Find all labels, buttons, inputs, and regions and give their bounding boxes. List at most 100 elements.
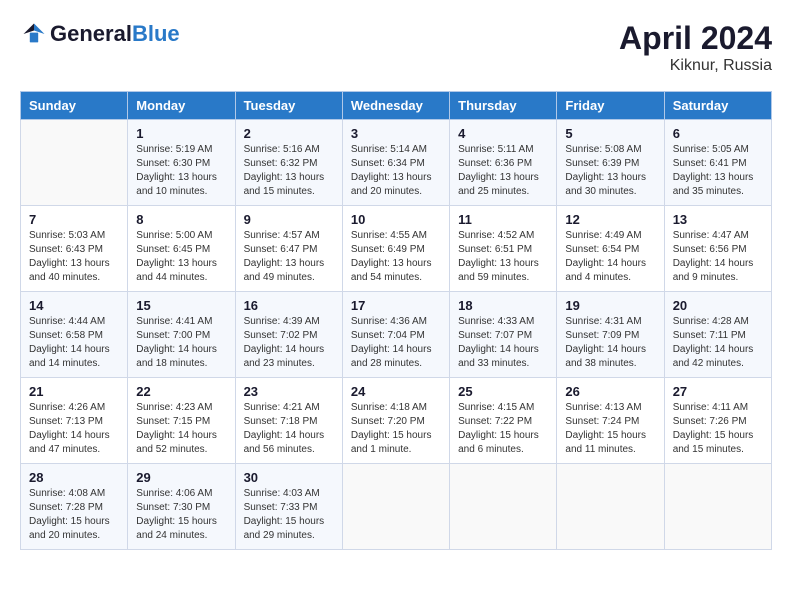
day-info: Sunrise: 4:08 AMSunset: 7:28 PMDaylight:…: [29, 487, 119, 543]
day-info: Sunrise: 4:28 AMSunset: 7:11 PMDaylight:…: [673, 315, 763, 371]
calendar-cell: 19 Sunrise: 4:31 AMSunset: 7:09 PMDayligh…: [557, 292, 664, 378]
calendar-cell: 10 Sunrise: 4:55 AMSunset: 6:49 PMDayligh…: [342, 206, 449, 292]
day-info: Sunrise: 4:15 AMSunset: 7:22 PMDaylight:…: [458, 401, 548, 457]
calendar-cell: 17 Sunrise: 4:36 AMSunset: 7:04 PMDayligh…: [342, 292, 449, 378]
day-info: Sunrise: 4:31 AMSunset: 7:09 PMDaylight:…: [565, 315, 655, 371]
calendar-table: SundayMondayTuesdayWednesdayThursdayFrid…: [20, 91, 772, 550]
day-number: 21: [29, 384, 119, 399]
day-number: 16: [244, 298, 334, 313]
calendar-cell: 12 Sunrise: 4:49 AMSunset: 6:54 PMDayligh…: [557, 206, 664, 292]
day-number: 26: [565, 384, 655, 399]
day-number: 2: [244, 126, 334, 141]
week-row-1: 1 Sunrise: 5:19 AMSunset: 6:30 PMDaylight…: [21, 120, 772, 206]
calendar-cell: 13 Sunrise: 4:47 AMSunset: 6:56 PMDayligh…: [664, 206, 771, 292]
day-info: Sunrise: 4:13 AMSunset: 7:24 PMDaylight:…: [565, 401, 655, 457]
day-info: Sunrise: 4:49 AMSunset: 6:54 PMDaylight:…: [565, 229, 655, 285]
calendar-cell: 23Sunrise: 4:21 AMSunset: 7:18 PMDayligh…: [235, 378, 342, 464]
calendar-cell: 28Sunrise: 4:08 AMSunset: 7:28 PMDayligh…: [21, 464, 128, 550]
calendar-cell: 11 Sunrise: 4:52 AMSunset: 6:51 PMDayligh…: [450, 206, 557, 292]
calendar-cell: 15Sunrise: 4:41 AMSunset: 7:00 PMDayligh…: [128, 292, 235, 378]
day-info: Sunrise: 4:39 AMSunset: 7:02 PMDaylight:…: [244, 315, 334, 371]
day-info: Sunrise: 4:11 AMSunset: 7:26 PMDaylight:…: [673, 401, 763, 457]
day-info: Sunrise: 5:03 AMSunset: 6:43 PMDaylight:…: [29, 229, 119, 285]
day-number: 19: [565, 298, 655, 313]
calendar-cell: [21, 120, 128, 206]
calendar-cell: 8 Sunrise: 5:00 AMSunset: 6:45 PMDaylight…: [128, 206, 235, 292]
calendar-cell: 20Sunrise: 4:28 AMSunset: 7:11 PMDayligh…: [664, 292, 771, 378]
calendar-cell: 16 Sunrise: 4:39 AMSunset: 7:02 PMDayligh…: [235, 292, 342, 378]
week-row-5: 28Sunrise: 4:08 AMSunset: 7:28 PMDayligh…: [21, 464, 772, 550]
calendar-cell: 3 Sunrise: 5:14 AMSunset: 6:34 PMDaylight…: [342, 120, 449, 206]
day-number: 4: [458, 126, 548, 141]
day-info: Sunrise: 4:52 AMSunset: 6:51 PMDaylight:…: [458, 229, 548, 285]
day-info: Sunrise: 4:03 AMSunset: 7:33 PMDaylight:…: [244, 487, 334, 543]
weekday-header-sunday: Sunday: [21, 92, 128, 120]
page-header: GeneralBlue April 2024 Kiknur, Russia: [20, 20, 772, 75]
day-info: Sunrise: 5:00 AMSunset: 6:45 PMDaylight:…: [136, 229, 226, 285]
calendar-cell: [450, 464, 557, 550]
day-number: 27: [673, 384, 763, 399]
calendar-cell: 4 Sunrise: 5:11 AMSunset: 6:36 PMDaylight…: [450, 120, 557, 206]
calendar-cell: [664, 464, 771, 550]
title-block: April 2024 Kiknur, Russia: [619, 20, 772, 75]
day-info: Sunrise: 5:19 AMSunset: 6:30 PMDaylight:…: [136, 143, 226, 199]
day-number: 13: [673, 212, 763, 227]
day-info: Sunrise: 4:26 AMSunset: 7:13 PMDaylight:…: [29, 401, 119, 457]
day-info: Sunrise: 4:44 AMSunset: 6:58 PMDaylight:…: [29, 315, 119, 371]
calendar-cell: 29Sunrise: 4:06 AMSunset: 7:30 PMDayligh…: [128, 464, 235, 550]
calendar-cell: [557, 464, 664, 550]
day-number: 25: [458, 384, 548, 399]
day-info: Sunrise: 4:23 AMSunset: 7:15 PMDaylight:…: [136, 401, 226, 457]
calendar-cell: 25 Sunrise: 4:15 AMSunset: 7:22 PMDayligh…: [450, 378, 557, 464]
day-info: Sunrise: 4:36 AMSunset: 7:04 PMDaylight:…: [351, 315, 441, 371]
week-row-3: 14 Sunrise: 4:44 AMSunset: 6:58 PMDayligh…: [21, 292, 772, 378]
day-info: Sunrise: 5:14 AMSunset: 6:34 PMDaylight:…: [351, 143, 441, 199]
day-info: Sunrise: 4:21 AMSunset: 7:18 PMDaylight:…: [244, 401, 334, 457]
calendar-cell: 30Sunrise: 4:03 AMSunset: 7:33 PMDayligh…: [235, 464, 342, 550]
calendar-cell: 27 Sunrise: 4:11 AMSunset: 7:26 PMDayligh…: [664, 378, 771, 464]
day-number: 11: [458, 212, 548, 227]
day-number: 17: [351, 298, 441, 313]
day-number: 5: [565, 126, 655, 141]
day-info: Sunrise: 5:16 AMSunset: 6:32 PMDaylight:…: [244, 143, 334, 199]
weekday-header-thursday: Thursday: [450, 92, 557, 120]
day-info: Sunrise: 4:55 AMSunset: 6:49 PMDaylight:…: [351, 229, 441, 285]
day-number: 24: [351, 384, 441, 399]
day-number: 15: [136, 298, 226, 313]
day-info: Sunrise: 5:11 AMSunset: 6:36 PMDaylight:…: [458, 143, 548, 199]
day-number: 9: [244, 212, 334, 227]
day-info: Sunrise: 4:57 AMSunset: 6:47 PMDaylight:…: [244, 229, 334, 285]
location-subtitle: Kiknur, Russia: [619, 57, 772, 75]
day-number: 22: [136, 384, 226, 399]
calendar-cell: 22 Sunrise: 4:23 AMSunset: 7:15 PMDayligh…: [128, 378, 235, 464]
calendar-cell: 2 Sunrise: 5:16 AMSunset: 6:32 PMDaylight…: [235, 120, 342, 206]
week-row-4: 21 Sunrise: 4:26 AMSunset: 7:13 PMDayligh…: [21, 378, 772, 464]
day-number: 8: [136, 212, 226, 227]
day-info: Sunrise: 5:08 AMSunset: 6:39 PMDaylight:…: [565, 143, 655, 199]
day-number: 14: [29, 298, 119, 313]
day-info: Sunrise: 4:33 AMSunset: 7:07 PMDaylight:…: [458, 315, 548, 371]
day-info: Sunrise: 4:47 AMSunset: 6:56 PMDaylight:…: [673, 229, 763, 285]
weekday-header-tuesday: Tuesday: [235, 92, 342, 120]
day-number: 1: [136, 126, 226, 141]
weekday-header-wednesday: Wednesday: [342, 92, 449, 120]
calendar-cell: 26 Sunrise: 4:13 AMSunset: 7:24 PMDayligh…: [557, 378, 664, 464]
calendar-cell: 7 Sunrise: 5:03 AMSunset: 6:43 PMDaylight…: [21, 206, 128, 292]
day-number: 7: [29, 212, 119, 227]
calendar-cell: 1 Sunrise: 5:19 AMSunset: 6:30 PMDaylight…: [128, 120, 235, 206]
weekday-header-friday: Friday: [557, 92, 664, 120]
calendar-cell: 18Sunrise: 4:33 AMSunset: 7:07 PMDayligh…: [450, 292, 557, 378]
day-info: Sunrise: 5:05 AMSunset: 6:41 PMDaylight:…: [673, 143, 763, 199]
day-info: Sunrise: 4:18 AMSunset: 7:20 PMDaylight:…: [351, 401, 441, 457]
weekday-header-saturday: Saturday: [664, 92, 771, 120]
day-number: 6: [673, 126, 763, 141]
calendar-cell: 5 Sunrise: 5:08 AMSunset: 6:39 PMDaylight…: [557, 120, 664, 206]
calendar-cell: 24 Sunrise: 4:18 AMSunset: 7:20 PMDayligh…: [342, 378, 449, 464]
day-number: 12: [565, 212, 655, 227]
calendar-cell: 6 Sunrise: 5:05 AMSunset: 6:41 PMDaylight…: [664, 120, 771, 206]
day-number: 10: [351, 212, 441, 227]
day-number: 3: [351, 126, 441, 141]
calendar-cell: [342, 464, 449, 550]
weekday-header-row: SundayMondayTuesdayWednesdayThursdayFrid…: [21, 92, 772, 120]
calendar-cell: 9 Sunrise: 4:57 AMSunset: 6:47 PMDaylight…: [235, 206, 342, 292]
